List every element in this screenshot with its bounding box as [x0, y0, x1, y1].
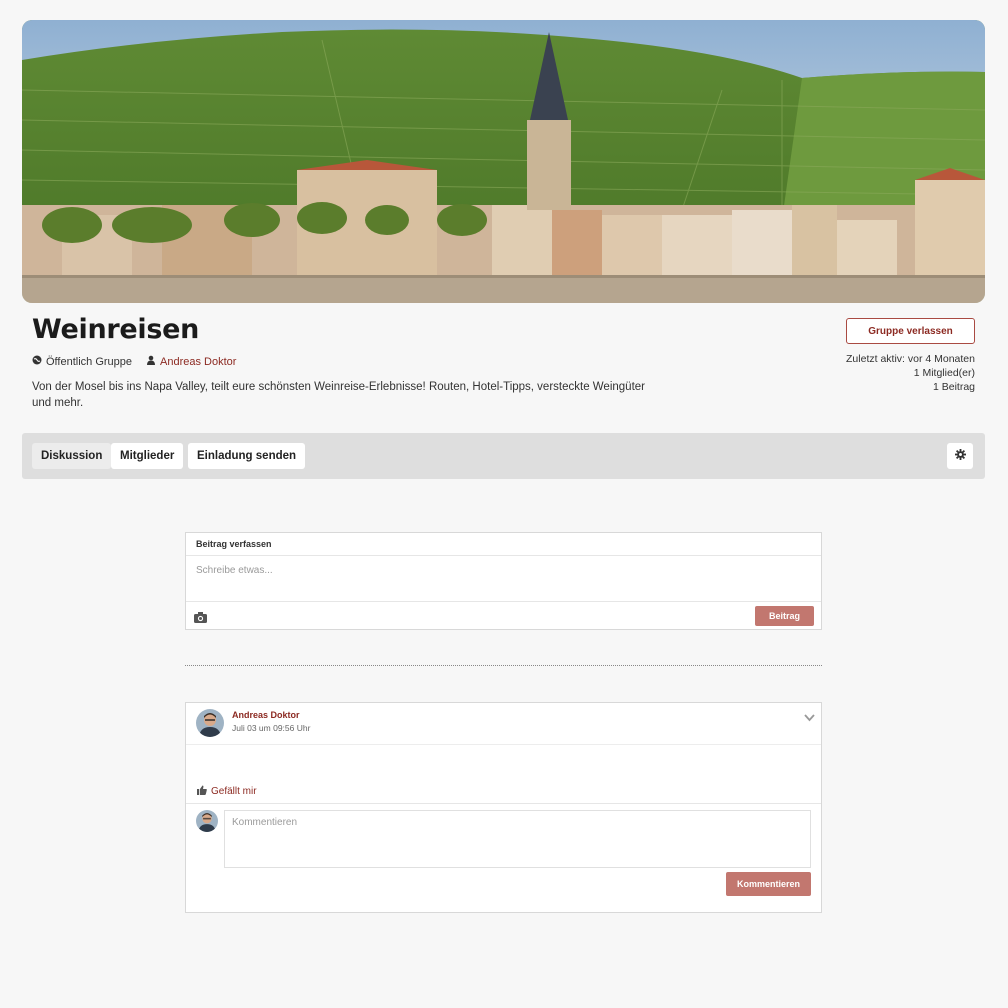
composer-title: Beitrag verfassen: [186, 533, 821, 556]
user-icon: [146, 355, 156, 368]
submit-comment-button[interactable]: Kommentieren: [726, 872, 811, 896]
group-meta: Öffentlich Gruppe Andreas Doktor: [32, 355, 236, 368]
group-description: Von der Mosel bis ins Napa Valley, teilt…: [32, 381, 645, 409]
avatar: [196, 810, 218, 832]
composer-input[interactable]: Schreibe etwas...: [186, 556, 821, 602]
globe-icon: [32, 355, 42, 368]
tab-discussion[interactable]: Diskussion: [32, 443, 112, 469]
post-timestamp: Juli 03 um 09:56 Uhr: [232, 723, 311, 733]
submit-post-button[interactable]: Beitrag: [755, 606, 814, 626]
avatar[interactable]: [196, 709, 224, 737]
last-active-text: Zuletzt aktiv: vor 4 Monaten: [846, 353, 975, 365]
camera-icon[interactable]: [194, 610, 207, 628]
group-visibility: Öffentlich Gruppe: [46, 355, 133, 368]
group-title: Weinreisen: [32, 314, 200, 345]
comment-section: Kommentieren Kommentieren: [186, 804, 821, 914]
feed-divider: [185, 665, 822, 666]
group-owner-link[interactable]: Andreas Doktor: [160, 356, 236, 368]
tab-send-invitation[interactable]: Einladung senden: [188, 443, 306, 469]
group-tabbar: Diskussion Mitglieder Einladung senden: [22, 433, 985, 479]
gear-icon: [954, 447, 966, 465]
members-count: 1 Mitglied(er): [913, 367, 975, 379]
like-button[interactable]: Gefällt mir: [186, 779, 821, 804]
post-card: Andreas Doktor Juli 03 um 09:56 Uhr Gefä…: [185, 702, 822, 913]
comment-input[interactable]: Kommentieren: [224, 810, 811, 868]
chevron-down-icon[interactable]: [804, 709, 815, 727]
group-cover-image: [22, 20, 985, 303]
leave-group-button[interactable]: Gruppe verlassen: [846, 318, 975, 344]
posts-count: 1 Beitrag: [932, 381, 975, 393]
thumbs-up-icon: [197, 785, 207, 798]
group-stats: Zuletzt aktiv: vor 4 Monaten 1 Mitglied(…: [846, 352, 975, 394]
post-body: [186, 745, 821, 779]
like-label: Gefällt mir: [211, 785, 257, 797]
post-composer: Beitrag verfassen Schreibe etwas... Beit…: [185, 532, 822, 630]
tab-members[interactable]: Mitglieder: [111, 443, 184, 469]
group-settings-button[interactable]: [947, 443, 973, 469]
post-author[interactable]: Andreas Doktor: [232, 710, 300, 720]
